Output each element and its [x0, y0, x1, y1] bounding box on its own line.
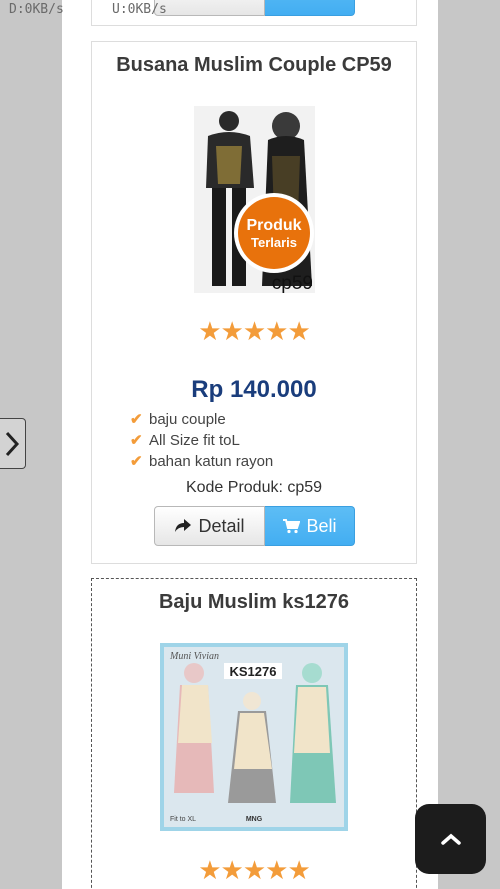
check-icon: ✔: [130, 432, 143, 449]
buy-button[interactable]: Beli: [265, 506, 355, 546]
image-brand: Muni Vivian: [169, 651, 219, 662]
image-size: Fit to XL: [170, 816, 196, 823]
badge-line-1: Produk: [246, 217, 301, 234]
detail-label: Detail: [198, 515, 245, 536]
upload-speed: U:0KB/s: [112, 2, 167, 17]
product-title[interactable]: Busana Muslim Couple CP59: [92, 54, 416, 77]
feature-list: ✔ baju couple ✔ All Size fit toL ✔ bahan ka…: [130, 409, 273, 472]
product-card: Busana Muslim Couple CP59 Produk Terlari…: [91, 41, 417, 564]
chevron-right-icon: [5, 431, 19, 456]
previous-detail-button[interactable]: [154, 0, 265, 16]
feature-item: ✔ All Size fit toL: [130, 432, 240, 449]
share-arrow-icon: [174, 518, 192, 534]
product-code: Kode Produk: cp59: [185, 479, 323, 496]
product-image[interactable]: Muni Vivian KS1276 Fit to XL MNG: [160, 643, 348, 831]
image-code: cp59: [272, 273, 313, 293]
product-image[interactable]: Produk Terlaris cp59: [194, 106, 315, 293]
scroll-to-top-button[interactable]: [415, 804, 486, 874]
cart-icon: [282, 518, 301, 534]
download-speed: D:0KB/s: [9, 2, 64, 17]
check-icon: ✔: [130, 453, 143, 470]
badge-line-2: Terlaris: [251, 235, 297, 250]
rating-stars: ★★★★★: [198, 855, 311, 885]
buy-label: Beli: [306, 515, 337, 536]
rating-stars: ★★★★★: [198, 316, 311, 346]
image-code: KS1276: [230, 664, 277, 679]
detail-button[interactable]: Detail: [154, 506, 265, 546]
product-title[interactable]: Baju Muslim ks1276: [92, 591, 416, 614]
side-menu-toggle[interactable]: [0, 418, 26, 469]
product-price: Rp 140.000: [191, 376, 317, 403]
action-buttons: Detail Beli: [154, 506, 355, 546]
image-logo: MNG: [246, 816, 263, 823]
product-card: Baju Muslim ks1276 Muni Vivian KS1276 Fi…: [91, 578, 417, 889]
previous-buy-button[interactable]: [265, 0, 355, 16]
product-list: Busana Muslim Couple CP59 Produk Terlari…: [62, 0, 438, 889]
previous-button-group: [154, 0, 355, 16]
check-icon: ✔: [130, 411, 143, 428]
feature-item: ✔ baju couple: [130, 411, 226, 428]
feature-item: ✔ bahan katun rayon: [130, 453, 274, 470]
chevron-up-icon: [440, 833, 461, 845]
